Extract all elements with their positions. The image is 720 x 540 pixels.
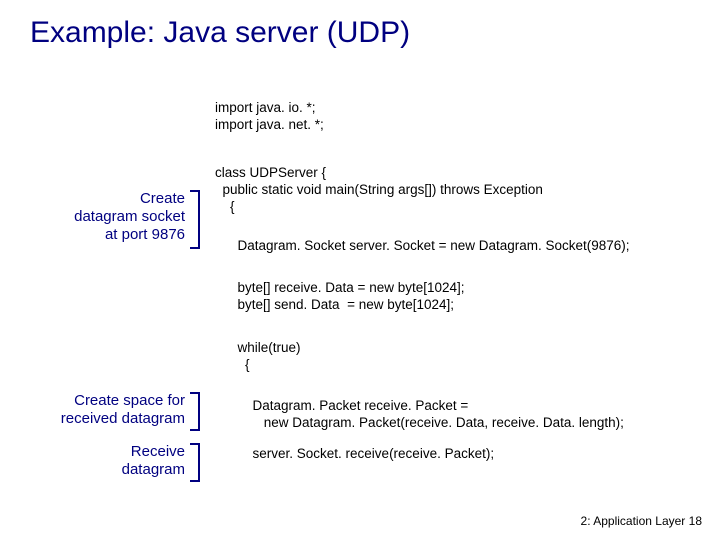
annotation-line: received datagram	[61, 410, 185, 427]
slide-footer: 2: Application Layer 18	[581, 514, 702, 528]
code-class-decl: class UDPServer { public static void mai…	[215, 165, 543, 216]
annotation-line: datagram socket	[74, 208, 185, 225]
annotation-receive: Receive datagram	[90, 443, 185, 479]
code-while-open: while(true) {	[215, 340, 301, 374]
code-buffers: byte[] receive. Data = new byte[1024]; b…	[215, 280, 465, 314]
code-packet-decl: Datagram. Packet receive. Packet = new D…	[215, 398, 624, 432]
annotation-line: datagram	[122, 461, 185, 478]
slide-title: Example: Java server (UDP)	[30, 16, 410, 50]
annotation-line: at port 9876	[105, 226, 185, 243]
annotation-line: Create	[140, 190, 185, 207]
code-socket-line: Datagram. Socket server. Socket = new Da…	[215, 238, 630, 255]
annotation-create-space: Create space for received datagram	[30, 392, 185, 428]
annotation-line: Receive	[131, 443, 185, 460]
bracket-icon	[190, 392, 200, 431]
annotation-create-socket: Create datagram socket at port 9876	[40, 190, 185, 244]
code-imports: import java. io. *; import java. net. *;	[215, 100, 324, 134]
code-receive-call: server. Socket. receive(receive. Packet)…	[215, 446, 494, 463]
footer-text: 2: Application Layer	[581, 514, 686, 528]
bracket-icon	[190, 443, 200, 482]
bracket-icon	[190, 190, 200, 249]
page-number: 18	[689, 514, 702, 528]
annotation-line: Create space for	[74, 392, 185, 409]
